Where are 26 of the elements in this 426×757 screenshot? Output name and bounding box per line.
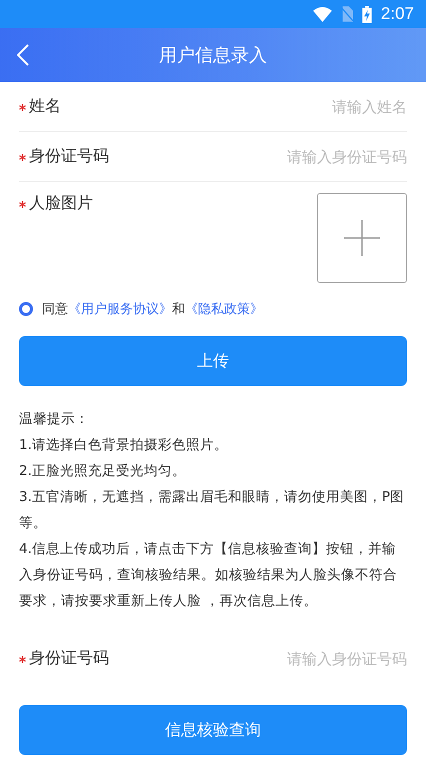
add-photo-button[interactable] — [317, 193, 407, 283]
privacy-policy-link[interactable]: 《隐私政策》 — [185, 302, 263, 317]
status-time: 2:07 — [380, 4, 414, 24]
field-label: 人脸图片 — [29, 193, 93, 212]
field-label: 身份证号码 — [29, 648, 109, 667]
tip-text: 3.五官清晰，无遮挡，需露出眉毛和眼睛，请勿使用美图，P图等。 — [19, 488, 406, 533]
tip-text: 1.请选择白色背景拍摄彩色照片。 — [19, 436, 229, 455]
back-button[interactable] — [17, 44, 29, 66]
plus-icon — [344, 220, 380, 256]
input-field[interactable]: 请输入姓名 — [187, 98, 407, 116]
tip-text: 2.正脸光照充足受光均匀。 — [19, 462, 187, 481]
agreement-text: 同意《用户服务协议》和《隐私政策》 — [42, 301, 263, 318]
field-label: 姓名 — [29, 96, 61, 115]
field-label: 身份证号码 — [29, 146, 109, 165]
service-agreement-link[interactable]: 《用户服务协议》 — [68, 302, 172, 317]
page-title: 用户信息录入 — [158, 44, 268, 67]
battery-charging-icon — [362, 6, 372, 22]
input-field[interactable]: 请输入身份证号码 — [187, 148, 407, 166]
no-sim-icon — [340, 6, 353, 22]
tip-text: 4.信息上传成功后，请点击下方【信息核验查询】按钮，并输入身份证号码，查询核验结果。如核验结果为人脸头像不符合要求，请按要求重新上传人脸 ，再次信息上传。 — [19, 540, 398, 611]
input-field[interactable]: 请输入身份证号码 — [187, 650, 407, 668]
upload-button[interactable]: 上传 — [19, 336, 407, 386]
tips-title: 温馨提示： — [19, 410, 90, 429]
wifi-icon — [312, 6, 332, 22]
query-button[interactable]: 信息核验查询 — [19, 705, 407, 755]
agree-radio[interactable] — [19, 302, 33, 316]
